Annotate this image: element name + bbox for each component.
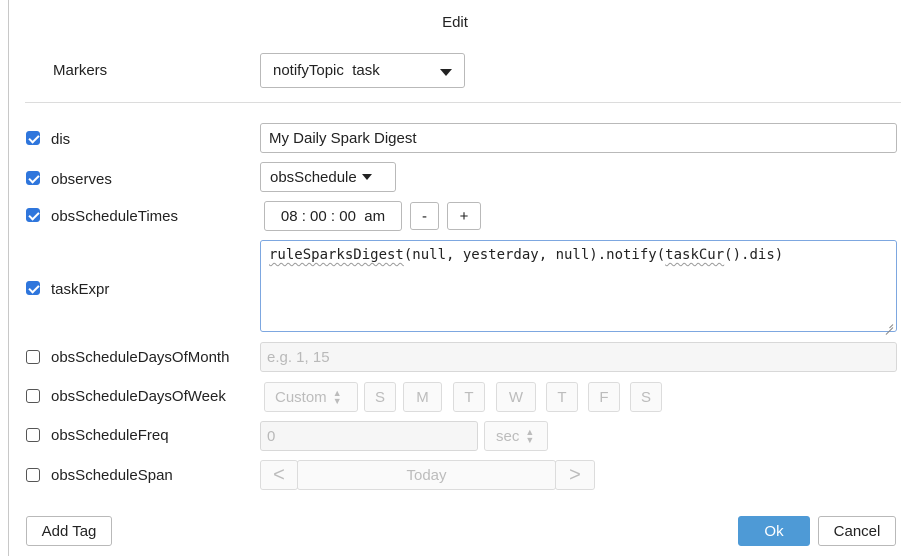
observes-checkbox[interactable] [26, 171, 40, 185]
obsScheduleTimes-checkbox[interactable] [26, 208, 40, 222]
obsScheduleDaysOfMonth-label: obsScheduleDaysOfMonth [51, 349, 230, 366]
resize-handle-icon[interactable] [885, 320, 893, 328]
span-value[interactable]: Today [297, 460, 556, 490]
span-next-button[interactable]: > [555, 460, 595, 490]
obsScheduleFreq-label: obsScheduleFreq [51, 427, 169, 444]
taskExpr-textarea[interactable]: ruleSparksDigest(null, yesterday, null).… [260, 240, 897, 332]
code-text: ().dis) [724, 247, 784, 263]
markers-value: notifyTopic task [273, 62, 380, 79]
obsScheduleDaysOfWeek-checkbox[interactable] [26, 389, 40, 403]
obsScheduleSpan-checkbox[interactable] [26, 468, 40, 482]
obsScheduleDaysOfWeek-label: obsScheduleDaysOfWeek [51, 388, 226, 405]
obsScheduleDaysOfMonth-checkbox[interactable] [26, 350, 40, 364]
dis-checkbox[interactable] [26, 131, 40, 145]
dialog-title: Edit [442, 14, 468, 31]
chevron-down-icon [361, 174, 372, 180]
days-of-week-mode-select[interactable]: Custom ▲ ▼ [264, 382, 358, 412]
obsScheduleFreq-checkbox[interactable] [26, 428, 40, 442]
time-decrement-button[interactable]: - [410, 202, 439, 230]
days-of-month-placeholder: e.g. 1, 15 [267, 348, 330, 366]
obsScheduleSpan-label: obsScheduleSpan [51, 467, 173, 484]
code-token: taskCur [665, 247, 725, 263]
days-of-month-input[interactable]: e.g. 1, 15 [260, 342, 897, 372]
markers-dropdown[interactable]: notifyTopic task [260, 53, 465, 88]
dis-value: My Daily Spark Digest [269, 129, 417, 147]
observes-dropdown[interactable]: obsSchedule [260, 162, 396, 192]
code-text: (null, yesterday, null).notify( [403, 247, 666, 263]
observes-value: obsSchedule [270, 168, 357, 186]
day-toggle-tue[interactable]: T [453, 382, 485, 412]
updown-icon: ▲ ▼ [525, 427, 535, 445]
add-tag-button[interactable]: Add Tag [26, 516, 112, 546]
obsScheduleTimes-label: obsScheduleTimes [51, 208, 179, 225]
span-prev-button[interactable]: < [260, 460, 298, 490]
day-toggle-sat[interactable]: S [630, 382, 662, 412]
code-token: ruleSparksDigest [269, 247, 404, 263]
day-toggle-sun[interactable]: S [364, 382, 396, 412]
days-of-week-mode: Custom [275, 388, 327, 406]
ok-button[interactable]: Ok [738, 516, 810, 546]
time-increment-button[interactable]: + [447, 202, 481, 230]
edit-dialog: Edit Markers notifyTopic task dis My Dai… [8, 0, 901, 556]
time-input[interactable]: 08 : 00 : 00 am [264, 201, 402, 231]
taskExpr-checkbox[interactable] [26, 281, 40, 295]
day-toggle-thu[interactable]: T [546, 382, 578, 412]
freq-unit-select[interactable]: sec ▲ ▼ [484, 421, 548, 451]
time-value: 08 : 00 : 00 am [280, 207, 386, 225]
day-toggle-mon[interactable]: M [403, 382, 442, 412]
observes-label: observes [51, 171, 112, 188]
day-toggle-wed[interactable]: W [496, 382, 536, 412]
chevron-down-icon [440, 69, 452, 76]
freq-value: 0 [267, 427, 276, 445]
markers-label: Markers [53, 62, 108, 79]
day-toggle-fri[interactable]: F [588, 382, 620, 412]
dis-label: dis [51, 131, 71, 148]
freq-input[interactable]: 0 [260, 421, 478, 451]
cancel-button[interactable]: Cancel [818, 516, 896, 546]
taskExpr-label: taskExpr [51, 281, 110, 298]
divider [25, 102, 901, 103]
updown-icon: ▲ ▼ [332, 388, 342, 406]
freq-unit: sec [496, 427, 520, 445]
dis-input[interactable]: My Daily Spark Digest [260, 123, 897, 153]
